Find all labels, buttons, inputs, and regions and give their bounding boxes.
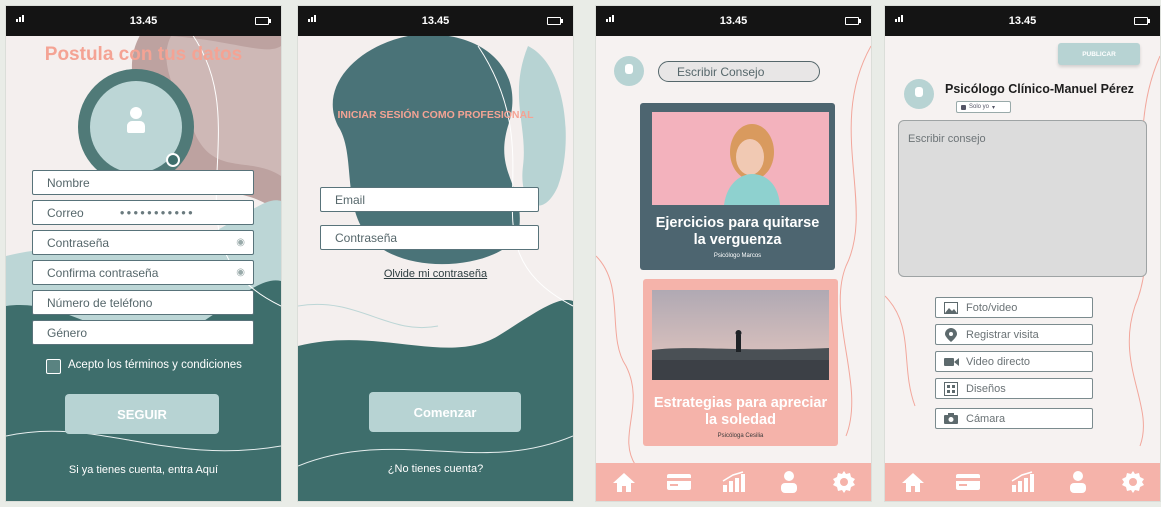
photo-video-option[interactable]: Foto/video <box>935 297 1093 318</box>
avatar-upload[interactable] <box>90 81 182 173</box>
advice-input[interactable]: Escribir Consejo <box>658 61 820 82</box>
gender-placeholder: Género <box>47 325 88 340</box>
eye-icon[interactable]: ◉ <box>236 237 245 248</box>
status-time: 13.45 <box>719 15 748 27</box>
stats-icon[interactable] <box>1009 470 1037 494</box>
tab-bar <box>596 463 871 501</box>
password-placeholder: Contraseña <box>47 235 110 250</box>
photo-icon <box>936 301 966 314</box>
forgot-password-link[interactable]: Olvide mi contraseña <box>298 268 573 280</box>
signup-link[interactable]: ¿No tienes cuenta? <box>298 463 573 475</box>
status-bar: 13.45 <box>885 6 1160 36</box>
start-button[interactable]: Comenzar <box>369 392 521 432</box>
option-label: Video directo <box>966 355 1031 368</box>
battery-icon <box>255 17 271 25</box>
privacy-label: Solo yo <box>969 104 990 110</box>
live-video-option[interactable]: Video directo <box>935 351 1093 372</box>
layout-icon <box>936 381 966 396</box>
video-camera-icon <box>936 357 966 367</box>
email-value: ●●●●●●●●●●● <box>119 208 195 217</box>
option-label: Foto/video <box>966 301 1018 314</box>
card-image <box>652 290 829 380</box>
status-time: 13.45 <box>129 15 158 27</box>
phone-placeholder: Número de teléfono <box>47 295 153 310</box>
battery-icon <box>547 17 563 25</box>
camera-option[interactable]: Cámara <box>935 408 1093 429</box>
home-icon[interactable] <box>610 470 638 494</box>
user-icon <box>915 87 923 97</box>
register-visit-option[interactable]: Registrar visita <box>935 324 1093 345</box>
battery-icon <box>1134 17 1150 25</box>
login-screen: 13.45 INICIAR SESIÓN COMO PROFESIONAL Em… <box>298 6 573 501</box>
status-bar: 13.45 <box>6 6 281 36</box>
name-field[interactable]: Nombre <box>32 170 254 195</box>
user-icon <box>127 107 145 133</box>
designs-option[interactable]: Diseños <box>935 378 1093 399</box>
login-link[interactable]: Si ya tienes cuenta, entra Aquí <box>6 464 281 476</box>
card-icon[interactable] <box>954 470 982 494</box>
privacy-selector[interactable]: Solo yo ▾ <box>956 101 1011 113</box>
battery-icon <box>845 17 861 25</box>
page-title: INICIAR SESIÓN COMO PROFESIONAL <box>337 109 534 121</box>
feed-screen: 13.45 Escribir Consejo Ejercicios para q… <box>596 6 871 501</box>
email-field[interactable]: Correo ●●●●●●●●●●● <box>32 200 254 225</box>
chevron-down-icon: ▾ <box>992 104 996 111</box>
email-placeholder: Email <box>335 192 366 207</box>
publish-button[interactable]: PUBLICAR <box>1058 43 1140 65</box>
status-bar: 13.45 <box>596 6 871 36</box>
location-pin-icon <box>936 327 966 342</box>
confirm-password-field[interactable]: Confirma contraseña ◉ <box>32 260 254 285</box>
email-placeholder: Correo <box>47 205 84 220</box>
phone-field[interactable]: Número de teléfono <box>32 290 254 315</box>
option-label: Registrar visita <box>966 328 1039 341</box>
tab-bar <box>885 463 1160 501</box>
avatar[interactable] <box>614 56 644 86</box>
advice-card[interactable]: Estrategias para apreciar la soledad Psi… <box>643 279 838 446</box>
profile-icon[interactable] <box>1064 470 1092 494</box>
status-time: 13.45 <box>1008 15 1037 27</box>
eye-icon[interactable]: ◉ <box>236 267 245 278</box>
continue-button[interactable]: SEGUIR <box>65 394 219 434</box>
card-icon[interactable] <box>665 470 693 494</box>
editor-placeholder: Escribir consejo <box>908 133 986 145</box>
register-screen: 13.45 Postula con tus datos Nombre Corre… <box>6 6 281 501</box>
status-bar: 13.45 <box>298 6 573 36</box>
user-icon <box>625 64 633 74</box>
card-title: Ejercicios para quitarse la verguenza <box>655 215 820 248</box>
confirm-password-placeholder: Confirma contraseña <box>47 265 159 280</box>
camera-icon <box>936 413 966 424</box>
terms-checkbox[interactable] <box>46 359 61 374</box>
advice-card[interactable]: Ejercicios para quitarse la verguenza Ps… <box>640 103 835 270</box>
status-time: 13.45 <box>421 15 450 27</box>
settings-icon[interactable] <box>830 470 858 494</box>
stats-icon[interactable] <box>720 470 748 494</box>
online-dot-icon <box>166 153 180 167</box>
settings-icon[interactable] <box>1119 470 1147 494</box>
compose-screen: 13.45 PUBLICAR Psicólogo Clínico-Manuel … <box>885 6 1160 501</box>
card-image <box>652 112 829 205</box>
option-label: Cámara <box>966 412 1006 425</box>
lock-icon <box>961 104 966 110</box>
home-icon[interactable] <box>899 470 927 494</box>
avatar <box>904 79 934 109</box>
profile-name: Psicólogo Clínico-Manuel Pérez <box>945 82 1134 96</box>
option-label: Diseños <box>966 382 1006 395</box>
profile-icon[interactable] <box>775 470 803 494</box>
password-placeholder: Contraseña <box>335 230 398 245</box>
card-author: Psicóloga Cesilia <box>717 433 764 439</box>
name-placeholder: Nombre <box>47 175 90 190</box>
advice-editor[interactable]: Escribir consejo <box>898 120 1147 277</box>
card-title: Estrategias para apreciar la soledad <box>653 395 828 428</box>
password-field[interactable]: Contraseña ◉ <box>32 230 254 255</box>
card-author: Psicólogo Marcos <box>713 253 762 259</box>
email-field[interactable]: Email <box>320 187 539 212</box>
gender-field[interactable]: Género <box>32 320 254 345</box>
advice-input-placeholder: Escribir Consejo <box>677 64 765 79</box>
password-field[interactable]: Contraseña <box>320 225 539 250</box>
page-title: Postula con tus datos <box>44 44 243 65</box>
terms-label: Acepto los términos y condiciones <box>68 359 242 371</box>
